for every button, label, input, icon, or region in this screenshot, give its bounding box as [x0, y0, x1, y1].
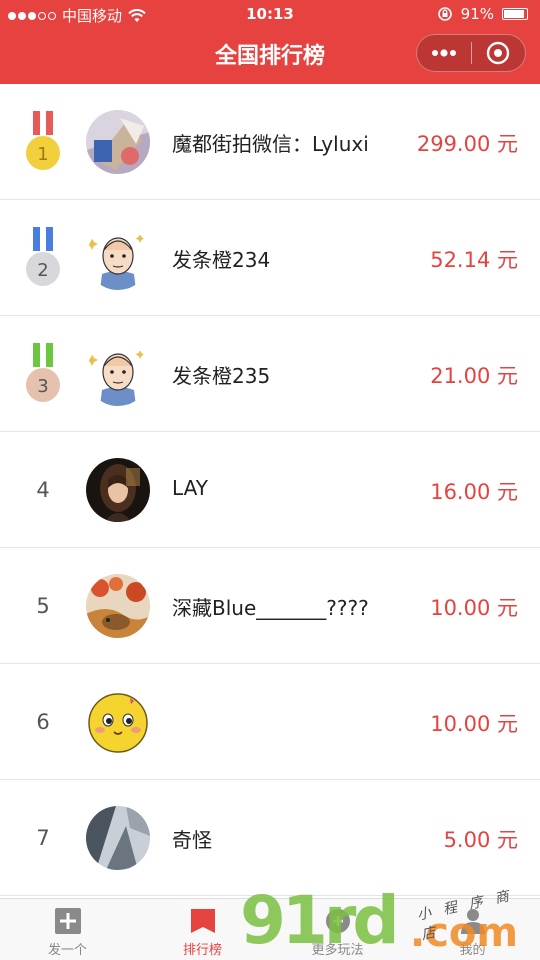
status-bar: 中国移动 10:13 91% [0, 0, 540, 28]
amount: 5.00 元 [443, 828, 518, 852]
rotation-lock-icon [437, 7, 452, 21]
amount: 21.00 元 [430, 364, 518, 388]
rank-badge: 3 [18, 316, 68, 432]
tab-label: 发一个 [47, 943, 87, 958]
avatar [86, 458, 150, 522]
avatar-photo [86, 574, 150, 638]
medal-rank-number: 2 [37, 260, 48, 281]
game-icon [323, 907, 353, 935]
more-dots-icon [431, 49, 456, 57]
user-name: 发条橙234 [172, 248, 271, 272]
ranking-row-3[interactable]: 3 发条橙235 21.00 元 [0, 316, 540, 432]
amount: 52.14 元 [430, 248, 518, 272]
user-name: LAY [172, 476, 208, 500]
tab-ranking[interactable]: 排行榜 [135, 899, 270, 960]
amount: 299.00 元 [416, 132, 518, 156]
rank-badge: 1 [18, 84, 68, 200]
avatar [86, 226, 150, 290]
user-icon [459, 907, 487, 935]
bronze-medal-icon: 3 [26, 343, 60, 402]
silver-medal-icon: 2 [26, 227, 60, 286]
avatar [86, 690, 150, 754]
user-name: 发条橙235 [172, 364, 271, 388]
avatar-photo [86, 458, 150, 522]
rank-badge: 7 [18, 780, 68, 896]
avatar [86, 806, 150, 870]
battery-icon [502, 8, 528, 20]
avatar [86, 574, 150, 638]
rank-number: 5 [36, 594, 50, 618]
rank-badge: 2 [18, 200, 68, 316]
user-name: 奇怪 [172, 828, 212, 852]
rank-badge: 4 [18, 432, 68, 548]
nav-bar: 全国排行榜 [0, 28, 540, 84]
tab-label: 我的 [459, 943, 486, 958]
amount: 16.00 元 [430, 480, 518, 504]
target-close-icon [487, 41, 510, 65]
medal-rank-number: 1 [37, 144, 48, 165]
tab-post[interactable]: 发一个 [0, 899, 135, 960]
avatar-photo [86, 806, 150, 870]
smiley-face-avatar [86, 690, 150, 754]
plus-icon [54, 907, 82, 935]
rank-number: 4 [36, 478, 50, 502]
user-name: 深藏Blue_______???? [172, 596, 369, 620]
bookmark-icon [189, 907, 217, 935]
status-right: 91% [437, 5, 528, 23]
tab-bar: 发一个 排行榜 更多玩法 我的 [0, 898, 540, 960]
rank-number: 6 [36, 710, 50, 734]
ranking-list: 1 魔都街拍微信：Lyluxi 299.00 元 2 发条橙234 52.14 … [0, 84, 540, 896]
close-mini-program-button[interactable] [472, 35, 526, 71]
rank-badge: 6 [18, 664, 68, 780]
amount: 10.00 元 [430, 596, 518, 620]
ranking-row-6[interactable]: 6 10.00 元 [0, 664, 540, 780]
cartoon-avatar [86, 226, 150, 290]
ranking-row-2[interactable]: 2 发条橙234 52.14 元 [0, 200, 540, 316]
ranking-row-5[interactable]: 5 深藏Blue_______???? 10.00 元 [0, 548, 540, 664]
tab-label: 排行榜 [182, 943, 222, 958]
ranking-row-1[interactable]: 1 魔都街拍微信：Lyluxi 299.00 元 [0, 84, 540, 200]
tab-mine[interactable]: 我的 [405, 899, 540, 960]
rank-badge: 5 [18, 548, 68, 664]
rank-number: 7 [36, 826, 50, 850]
avatar-photo [86, 110, 150, 174]
battery-percent: 91% [460, 5, 494, 23]
avatar [86, 110, 150, 174]
avatar [86, 342, 150, 406]
amount: 10.00 元 [430, 712, 518, 736]
more-menu-button[interactable] [417, 35, 471, 71]
medal-rank-number: 3 [37, 376, 48, 397]
user-name: 魔都街拍微信：Lyluxi [172, 132, 369, 156]
tab-label: 更多玩法 [311, 943, 364, 958]
gold-medal-icon: 1 [26, 111, 60, 170]
tab-more-games[interactable]: 更多玩法 [270, 899, 405, 960]
ranking-row-7[interactable]: 7 奇怪 5.00 元 [0, 780, 540, 896]
mini-program-capsule [416, 34, 526, 72]
ranking-row-4[interactable]: 4 LAY 16.00 元 [0, 432, 540, 548]
cartoon-avatar [86, 342, 150, 406]
